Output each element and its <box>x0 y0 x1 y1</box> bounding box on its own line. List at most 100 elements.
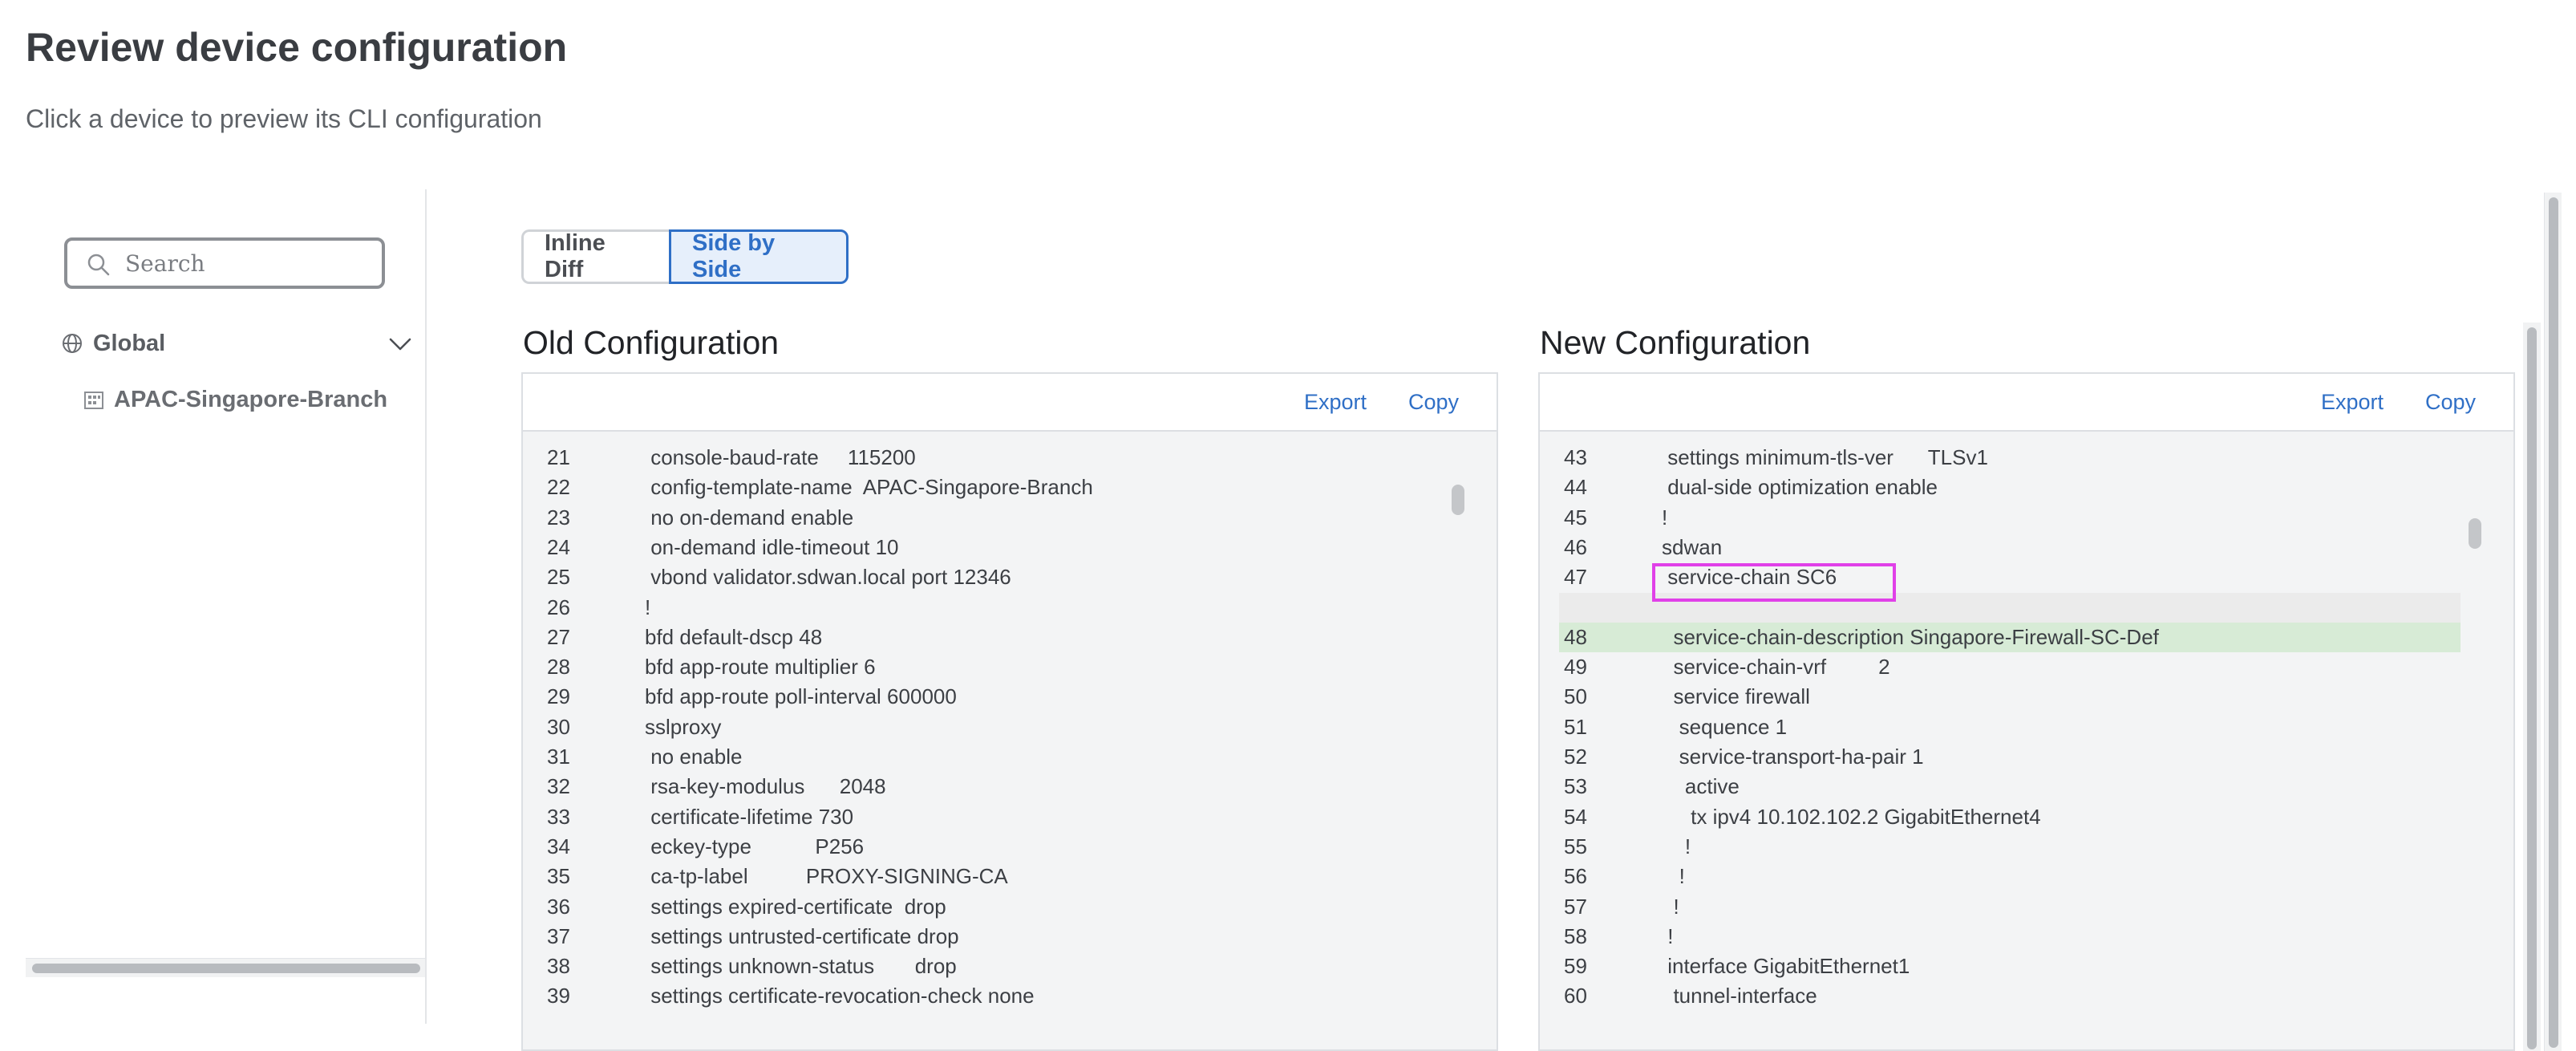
scrollbar-thumb[interactable] <box>32 964 420 973</box>
line-text: sdwan <box>1662 534 1723 559</box>
line-number: 29 <box>547 684 570 709</box>
new_config-code-line: 59 interface GigabitEthernet1 <box>1540 952 2513 981</box>
search-icon <box>87 254 110 276</box>
line-number: 58 <box>1564 923 1587 948</box>
line-number: 60 <box>1564 984 1587 1008</box>
chevron-down-icon[interactable] <box>387 331 414 358</box>
line-number: 43 <box>1564 445 1587 469</box>
line-number: 54 <box>1564 804 1587 829</box>
line-text: settings certificate-revocation-check no… <box>645 984 1035 1008</box>
line-text: certificate-lifetime 730 <box>645 804 854 829</box>
search-input[interactable] <box>125 247 374 279</box>
line-text: service firewall <box>1662 684 1810 709</box>
tree-node-site[interactable]: APAC-Singapore-Branch <box>83 382 387 417</box>
old_config-code-line: 28 bfd app-route multiplier 6 <box>523 652 1497 682</box>
new_config-code-line: 46 sdwan <box>1540 533 2513 562</box>
new_config-code-line: 48 service-chain-description Singapore-F… <box>1559 622 2461 652</box>
line-number: 28 <box>547 655 570 680</box>
search-field[interactable] <box>64 237 385 289</box>
line-number: 21 <box>547 445 570 469</box>
inline-diff-button[interactable]: Inline Diff <box>521 229 669 284</box>
line-number: 24 <box>547 534 570 559</box>
old_config-code-line: 36 settings expired-certificate drop <box>523 892 1497 922</box>
line-text: ! <box>1662 834 1691 858</box>
line-number: 47 <box>1564 565 1587 590</box>
line-number: 50 <box>1564 684 1587 709</box>
line-text: settings minimum-tls-ver TLSv1 <box>1662 445 1988 469</box>
tree-node-global-label: Global <box>93 330 166 356</box>
panel-vertical-scrollbar[interactable] <box>2523 323 2541 1051</box>
new-config-export-link[interactable]: Export <box>2321 390 2384 415</box>
old_config-code-line: 31 no enable <box>523 742 1497 772</box>
old_config-code-line: 27 bfd default-dscp 48 <box>523 623 1497 652</box>
old_config-code-line: 26! <box>523 593 1497 623</box>
new_config-code-line: 54 tx ipv4 10.102.102.2 GigabitEthernet4 <box>1540 802 2513 832</box>
line-number: 30 <box>547 714 570 739</box>
old-config-export-link[interactable]: Export <box>1304 390 1367 415</box>
line-text: config-template-name APAC-Singapore-Bran… <box>645 475 1093 500</box>
line-text: bfd default-dscp 48 <box>645 624 823 649</box>
side-by-side-button[interactable]: Side by Side <box>669 229 849 284</box>
old_config-code-line: 23 no on-demand enable <box>523 503 1497 533</box>
line-number: 22 <box>547 475 570 500</box>
new_config-code-line: 50 service firewall <box>1540 682 2513 712</box>
line-text: interface GigabitEthernet1 <box>1662 954 1910 979</box>
line-text: sslproxy <box>645 714 722 739</box>
line-number: 25 <box>547 565 570 590</box>
new_config-code-line: 53 active <box>1540 772 2513 801</box>
old_config-code-line: 32 rsa-key-modulus 2048 <box>523 772 1497 801</box>
line-text: tx ipv4 10.102.102.2 GigabitEthernet4 <box>1662 804 2041 829</box>
new_config-code-line: 43 settings minimum-tls-ver TLSv1 <box>1540 443 2513 473</box>
new_config-code-line: 45! <box>1540 503 2513 533</box>
line-number: 56 <box>1564 864 1587 889</box>
line-text: ! <box>1662 505 1668 530</box>
line-text: dual-side optimization enable <box>1662 475 1938 500</box>
old_config-code-line: 33 certificate-lifetime 730 <box>523 802 1497 832</box>
line-text: settings untrusted-certificate drop <box>645 923 959 948</box>
line-text: ca-tp-label PROXY-SIGNING-CA <box>645 864 1008 889</box>
line-text: settings unknown-status drop <box>645 954 957 979</box>
page-vertical-scrollbar[interactable] <box>2544 193 2562 1051</box>
line-number: 36 <box>547 894 570 919</box>
line-number: 27 <box>547 624 570 649</box>
old-config-toolbar: Export Copy <box>523 374 1497 432</box>
new_config-code-line: 49 service-chain-vrf 2 <box>1540 652 2513 682</box>
line-text: sequence 1 <box>1662 714 1788 739</box>
line-text: service-chain-vrf 2 <box>1662 655 1890 680</box>
old_config-code-line: 35 ca-tp-label PROXY-SIGNING-CA <box>523 862 1497 891</box>
old_config-code-line: 37 settings untrusted-certificate drop <box>523 922 1497 952</box>
line-text: service-chain-description Singapore-Fire… <box>1662 624 2159 649</box>
line-number: 46 <box>1564 534 1587 559</box>
old-config-code[interactable]: 21 console-baud-rate 115200 22 config-tem… <box>523 432 1497 1049</box>
line-number: 55 <box>1564 834 1587 858</box>
new_config-code-line: 51 sequence 1 <box>1540 712 2513 742</box>
line-number: 26 <box>547 594 570 619</box>
old-config-copy-link[interactable]: Copy <box>1408 390 1459 415</box>
line-number: 34 <box>547 834 570 858</box>
new_config-code-line: 52 service-transport-ha-pair 1 <box>1540 742 2513 772</box>
line-text: tunnel-interface <box>1662 984 1817 1008</box>
old_config-code-line: 34 eckey-type P256 <box>523 832 1497 862</box>
new_config-code-line: 55 ! <box>1540 832 2513 862</box>
tree-node-global[interactable]: Global <box>61 324 414 363</box>
line-text: settings expired-certificate drop <box>645 894 946 919</box>
old_config-code-line: 24 on-demand idle-timeout 10 <box>523 533 1497 562</box>
old-config-panel: Export Copy 21 console-baud-rate 115200 2… <box>521 372 1498 1051</box>
line-text: ! <box>1662 894 1679 919</box>
horizontal-scrollbar[interactable] <box>26 958 425 977</box>
panel-scrollbar-thumb[interactable] <box>2527 327 2537 1049</box>
new_config-code-line: 60 tunnel-interface <box>1540 981 2513 1011</box>
new-config-copy-link[interactable]: Copy <box>2425 390 2476 415</box>
line-text: vbond validator.sdwan.local port 12346 <box>645 565 1011 590</box>
line-text: console-baud-rate 115200 <box>645 445 916 469</box>
line-text: on-demand idle-timeout 10 <box>645 534 899 559</box>
page-scrollbar-thumb[interactable] <box>2549 197 2558 1048</box>
new_config-code-line: 56 ! <box>1540 862 2513 891</box>
old_config-code-line: 21 console-baud-rate 115200 <box>523 443 1497 473</box>
page-title: Review device configuration <box>26 25 568 70</box>
new-config-code[interactable]: 43 settings minimum-tls-ver TLSv1 44 dual… <box>1540 432 2513 1049</box>
line-text: bfd app-route poll-interval 600000 <box>645 684 957 709</box>
line-number: 31 <box>547 745 570 769</box>
new_config-code-line: 44 dual-side optimization enable <box>1540 473 2513 502</box>
old_config-code-line: 25 vbond validator.sdwan.local port 1234… <box>523 562 1497 592</box>
